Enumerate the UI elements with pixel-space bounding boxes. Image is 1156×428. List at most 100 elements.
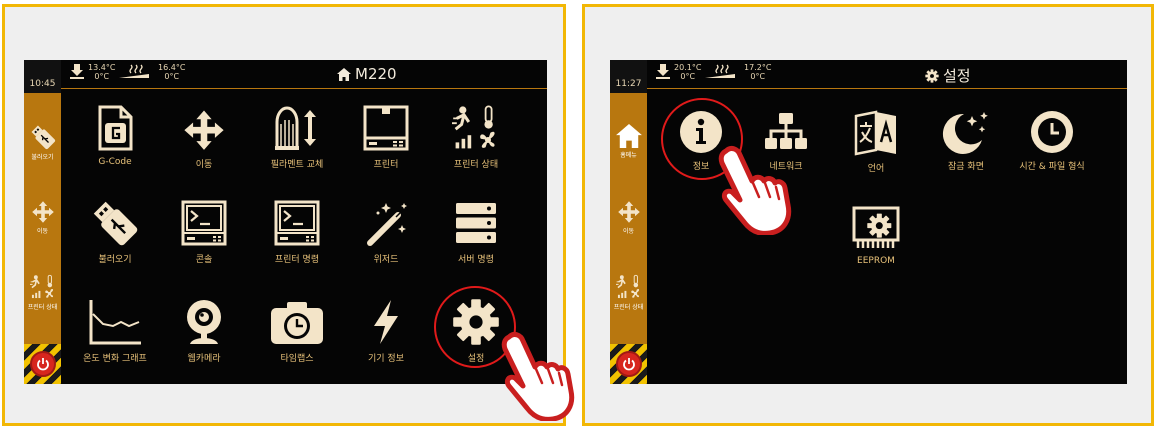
menu-item-eeprom[interactable]: EEPROM (831, 205, 921, 266)
bed-temp-target: 0°C (680, 72, 696, 81)
temperature-graph-icon (89, 300, 141, 345)
menu-item-gcode[interactable]: G-Code (70, 104, 160, 167)
sidebar-item-label: 이동 (36, 228, 49, 235)
menu-item-timelapse[interactable]: 타임랩스 (252, 298, 342, 364)
menu-item-label: 프린터 (373, 160, 399, 170)
menu-item-console[interactable]: 콘솔 (159, 199, 249, 265)
sidebar-item-move[interactable]: 이동 (24, 200, 61, 235)
printer-screen-settings: 11:27 홈메뉴 이동 프린터 상태 20.1°C 0°C 17.2°C 0°… (610, 60, 1127, 384)
menu-item-printer[interactable]: 프린터 (341, 104, 431, 170)
menu-item-label: 이동 (195, 160, 213, 170)
sidebar-item-label: 홈메뉴 (620, 152, 637, 159)
heat-waves-icon (119, 64, 149, 78)
sidebar-item-printer-status[interactable]: 프린터 상태 (610, 274, 647, 311)
menu-item-label: 서버 명령 (458, 255, 494, 265)
bed-temp-current: 20.1°C (674, 63, 702, 72)
menu-item-lock-screen[interactable]: 잠금 화면 (921, 110, 1011, 172)
menu-item-printer-status[interactable]: 프린터 상태 (431, 104, 521, 170)
bed-heat-icon (656, 64, 670, 79)
usb-icon (91, 199, 139, 247)
webcam-icon (187, 300, 221, 344)
menu-item-label: 언어 (867, 164, 885, 174)
lightning-icon (374, 300, 398, 344)
page-title-text: 설정 (943, 67, 971, 85)
menu-item-wizard[interactable]: 위저드 (341, 199, 431, 265)
sidebar-item-printer-status[interactable]: 프린터 상태 (24, 274, 61, 311)
menu-item-label: 프린터 상태 (453, 160, 499, 170)
menu-item-label: 위저드 (373, 255, 399, 265)
chamber-temperature: 17.2°C 0°C (705, 63, 771, 81)
page-title: M220 (337, 65, 397, 83)
menu-item-device-info[interactable]: 기기 정보 (341, 298, 431, 364)
power-icon (29, 351, 56, 377)
menu-item-label: G-Code (98, 157, 132, 167)
menu-item-temperature-graph[interactable]: 온도 변화 그래프 (70, 298, 160, 364)
menu-item-label: 불러오기 (98, 255, 132, 265)
menu-item-label: 필라멘트 교체 (270, 160, 324, 170)
sidebar-item-move[interactable]: 이동 (610, 200, 647, 235)
sidebar: 10:45 불러오기 이동 프린터 상태 (24, 60, 61, 384)
menu-item-label: 잠금 화면 (948, 162, 984, 172)
chamber-temp-target: 0°C (750, 72, 766, 81)
page-title: 설정 (925, 65, 971, 86)
bed-temperature: 13.4°C 0°C (69, 63, 115, 81)
home-icon (615, 124, 642, 148)
console-icon (181, 200, 227, 246)
left-screenshot-panel: 10:45 불러오기 이동 프린터 상태 13.4°C 0°C 16.4°C 0… (2, 4, 566, 426)
menu-item-load[interactable]: 불러오기 (70, 199, 160, 265)
sidebar-item-label: 프린터 상태 (613, 304, 644, 311)
usb-icon (30, 124, 56, 150)
move-arrows-icon (31, 200, 55, 224)
home-icon (337, 67, 351, 81)
menu-item-webcam[interactable]: 웹카메라 (159, 298, 249, 364)
magic-wand-icon (367, 203, 407, 246)
menu-item-label: 프린터 명령 (274, 255, 320, 265)
menu-item-label: 기기 정보 (368, 354, 404, 364)
clock-display: 11:27 (610, 60, 647, 93)
eeprom-chip-icon (852, 206, 900, 248)
bed-temp-current: 13.4°C (88, 63, 116, 72)
clock-display: 10:45 (24, 60, 61, 93)
language-icon (854, 110, 896, 156)
menu-item-label: 시간 & 파일 형식 (1019, 162, 1085, 172)
menu-item-server-command[interactable]: 서버 명령 (431, 199, 521, 265)
gcode-file-icon (98, 105, 133, 151)
right-screenshot-panel: 11:27 홈메뉴 이동 프린터 상태 20.1°C 0°C 17.2°C 0°… (582, 4, 1154, 426)
sidebar-item-label: 프린터 상태 (27, 304, 58, 311)
bed-temperature: 20.1°C 0°C (655, 63, 701, 81)
menu-item-language[interactable]: 언어 (831, 110, 921, 174)
menu-item-move[interactable]: 이동 (159, 104, 249, 170)
pointing-hand-icon (495, 331, 575, 421)
sidebar-item-label: 불러오기 (31, 154, 54, 161)
printer-status-icon (452, 104, 500, 152)
menu-item-label: 타임랩스 (280, 354, 314, 364)
filament-change-icon (275, 106, 316, 150)
pointing-hand-icon (712, 145, 792, 235)
sidebar-item-home[interactable]: 홈메뉴 (610, 124, 647, 159)
status-bar: 20.1°C 0°C 17.2°C 0°C 설정 (647, 60, 1127, 89)
menu-item-time-file-format[interactable]: 시간 & 파일 형식 (1007, 110, 1097, 172)
printer-screen-main-menu: 10:45 불러오기 이동 프린터 상태 13.4°C 0°C 16.4°C 0… (24, 60, 547, 384)
status-bar: 13.4°C 0°C 16.4°C 0°C M220 (61, 60, 547, 89)
menu-item-label: EEPROM (857, 256, 895, 266)
clock-icon (1031, 111, 1073, 153)
server-icon (456, 203, 496, 243)
printer-status-icon (30, 274, 56, 300)
printer-status-icon (616, 274, 642, 300)
menu-item-filament-change[interactable]: 필라멘트 교체 (252, 104, 342, 170)
moon-stars-icon (942, 112, 988, 154)
bed-heat-icon (70, 64, 84, 79)
emergency-stop-button[interactable] (24, 344, 61, 384)
printer-command-icon (274, 200, 320, 246)
emergency-stop-button[interactable] (610, 344, 647, 384)
move-arrows-icon (182, 104, 226, 152)
power-icon (615, 351, 642, 377)
chamber-temp-target: 0°C (164, 72, 180, 81)
move-arrows-icon (617, 200, 641, 224)
chamber-temp-current: 17.2°C (744, 63, 772, 72)
sidebar-item-load[interactable]: 불러오기 (24, 124, 61, 161)
bed-temp-target: 0°C (94, 72, 110, 81)
menu-item-label: 온도 변화 그래프 (83, 354, 147, 364)
page-title-text: M220 (355, 65, 397, 83)
menu-item-printer-command[interactable]: 프린터 명령 (252, 199, 342, 265)
